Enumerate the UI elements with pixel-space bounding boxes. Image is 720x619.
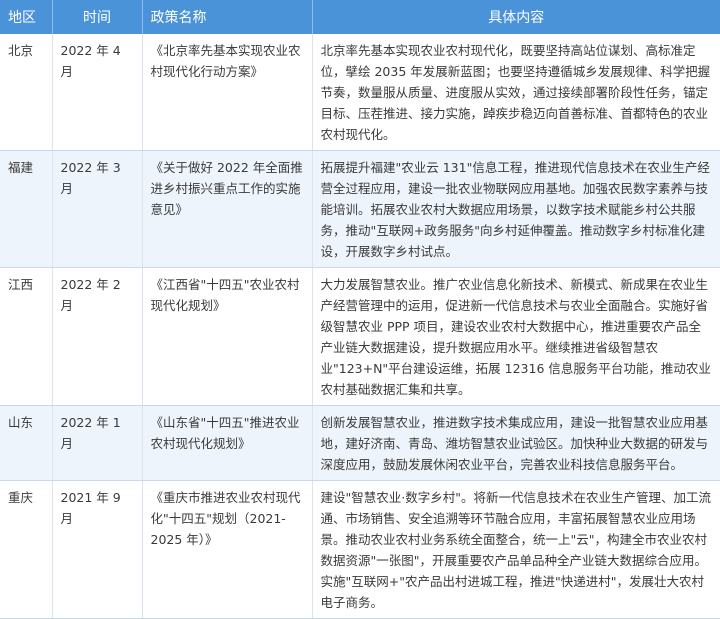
cell-region: 山东 [0, 405, 53, 481]
cell-time: 2021 年 9 月 [52, 480, 143, 619]
table-header-row: 地区 时间 政策名称 具体内容 [0, 0, 720, 34]
table-row: 北京 2022 年 4 月 《北京率先基本实现农业农村现代化行动方案》 北京率先… [0, 34, 720, 151]
header-policy: 政策名称 [142, 0, 313, 34]
cell-time: 2022 年 4 月 [52, 34, 143, 151]
table-row: 重庆 2021 年 9 月 《重庆市推进农业农村现代化"十四五"规划（2021-… [0, 480, 720, 619]
table-row: 江西 2022 年 2 月 《江西省"十四五"农业农村现代化规划》 大力发展智慧… [0, 267, 720, 406]
cell-policy: 《关于做好 2022 年全面推进乡村振兴重点工作的实施意见》 [142, 150, 313, 268]
header-content: 具体内容 [312, 0, 720, 34]
cell-region: 北京 [0, 34, 53, 151]
header-time: 时间 [52, 0, 143, 34]
table-row: 福建 2022 年 3 月 《关于做好 2022 年全面推进乡村振兴重点工作的实… [0, 150, 720, 268]
policy-table: 地区 时间 政策名称 具体内容 北京 2022 年 4 月 《北京率先基本实现农… [0, 0, 720, 619]
cell-time: 2022 年 1 月 [52, 405, 143, 481]
cell-content: 创新发展智慧农业，推进数字技术集成应用，建设一批智慧农业应用基地，建好济南、青岛… [312, 405, 720, 481]
cell-policy: 《北京率先基本实现农业农村现代化行动方案》 [142, 34, 313, 151]
cell-content: 大力发展智慧农业。推广农业信息化新技术、新模式、新成果在农业生产经营管理中的运用… [312, 267, 720, 406]
cell-region: 江西 [0, 267, 53, 406]
table-row: 山东 2022 年 1 月 《山东省"十四五"推进农业农村现代化规划》 创新发展… [0, 405, 720, 481]
cell-policy: 《江西省"十四五"农业农村现代化规划》 [142, 267, 313, 406]
cell-content: 建设"智慧农业·数字乡村"。将新一代信息技术在农业生产管理、加工流通、市场销售、… [312, 480, 720, 619]
cell-policy: 《山东省"十四五"推进农业农村现代化规划》 [142, 405, 313, 481]
cell-region: 重庆 [0, 480, 53, 619]
cell-time: 2022 年 3 月 [52, 150, 143, 268]
cell-policy: 《重庆市推进农业农村现代化"十四五"规划（2021-2025 年）》 [142, 480, 313, 619]
cell-region: 福建 [0, 150, 53, 268]
header-region: 地区 [0, 0, 53, 34]
cell-time: 2022 年 2 月 [52, 267, 143, 406]
cell-content: 拓展提升福建"农业云 131"信息工程，推进现代信息技术在农业生产经营全过程应用… [312, 150, 720, 268]
cell-content: 北京率先基本实现农业农村现代化，既要坚持高站位谋划、高标准定位，擘绘 2035 … [312, 34, 720, 151]
